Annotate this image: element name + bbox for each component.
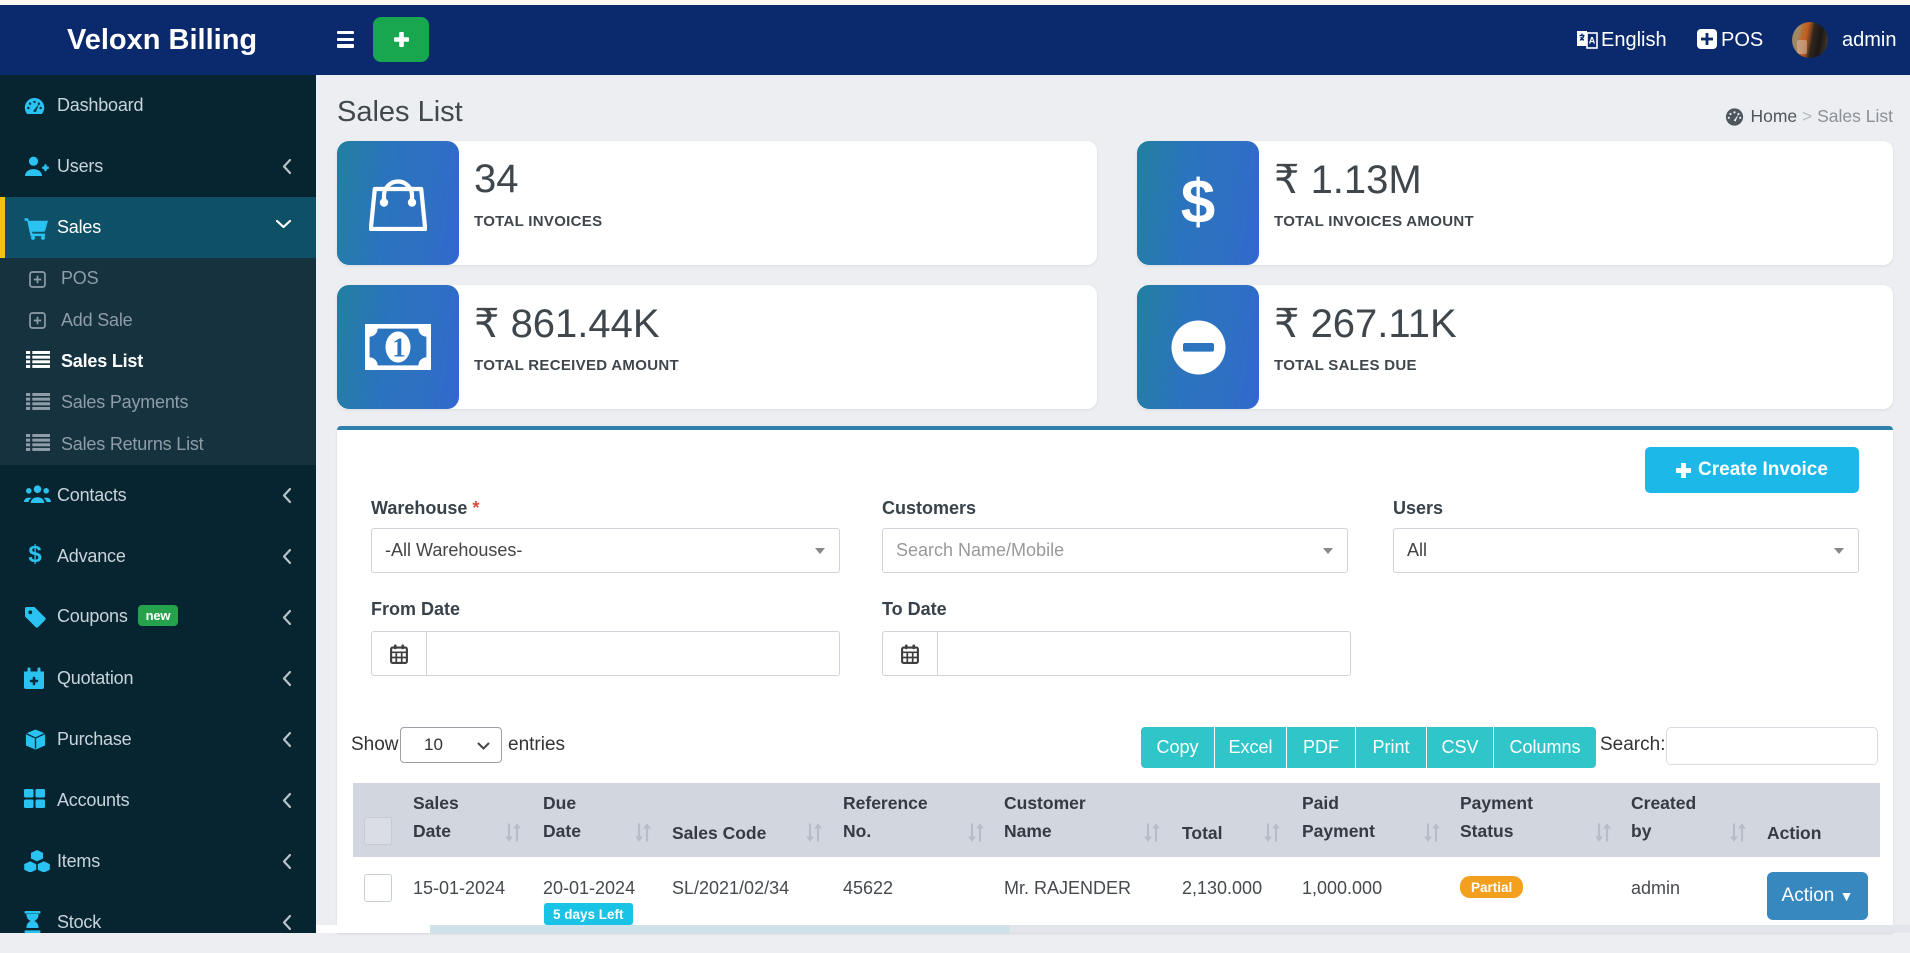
svg-text:1: 1 [392, 333, 406, 363]
svg-text:A: A [1589, 36, 1596, 46]
